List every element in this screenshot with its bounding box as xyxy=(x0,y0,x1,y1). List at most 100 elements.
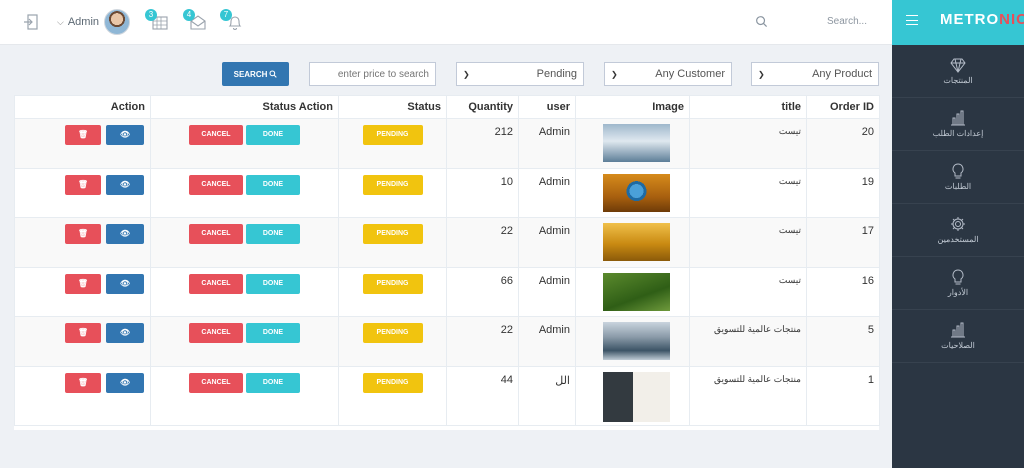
sidebar-item-orders[interactable]: الطلبات xyxy=(892,151,1024,204)
mail-button[interactable]: 4 xyxy=(183,9,207,31)
notifications-button[interactable]: 7 xyxy=(220,9,244,31)
status-action-cell: CANCEL DONE xyxy=(150,167,339,218)
title-cell: تيست xyxy=(689,266,807,317)
avatar xyxy=(104,9,131,35)
price-search-input[interactable] xyxy=(309,62,436,86)
bar-chart-icon xyxy=(949,321,967,339)
action-cell: 🗑 👁 xyxy=(14,167,151,218)
user-cell: Admin xyxy=(518,118,576,169)
status-cell: PENDING xyxy=(338,118,447,169)
done-button[interactable]: DONE xyxy=(246,323,300,343)
mail-badge: 4 xyxy=(183,9,195,21)
user-cell: Admin xyxy=(518,316,576,367)
header-quantity: Quantity xyxy=(446,95,519,119)
table-row: 🗑 👁 CANCEL DONE PENDING 66 Admin تيست 16 xyxy=(14,266,880,317)
delete-button[interactable]: 🗑 xyxy=(65,273,101,294)
product-select-value: Any Product xyxy=(812,68,872,80)
sidebar-item-label: الطلبات xyxy=(944,182,972,191)
delete-button[interactable]: 🗑 xyxy=(65,174,101,195)
customer-select[interactable]: ❯ Any Customer xyxy=(604,62,732,86)
sidebar-item-permissions[interactable]: الصلاحيات xyxy=(892,310,1024,363)
done-button[interactable]: DONE xyxy=(246,174,300,195)
done-button[interactable]: DONE xyxy=(246,125,300,145)
search-input[interactable]: Search... xyxy=(827,16,867,27)
chevron-down-icon: ❯ xyxy=(463,69,470,79)
sidebar-item-products[interactable]: المنتجات xyxy=(892,45,1024,98)
done-button[interactable]: DONE xyxy=(246,372,300,393)
view-button[interactable]: 👁 xyxy=(106,125,144,145)
calendar-button[interactable]: 3 xyxy=(145,9,169,31)
sidebar-item-label: الصلاحيات xyxy=(941,341,975,350)
product-thumbnail xyxy=(603,223,670,261)
view-button[interactable]: 👁 xyxy=(106,323,144,343)
customer-select-value: Any Customer xyxy=(655,68,725,80)
title-cell: تيست xyxy=(689,118,807,169)
status-cell: PENDING xyxy=(338,167,447,218)
cancel-button[interactable]: CANCEL xyxy=(189,372,243,393)
notifications-badge: 7 xyxy=(220,9,232,21)
action-cell: 🗑 👁 xyxy=(14,217,151,268)
cancel-button[interactable]: CANCEL xyxy=(189,273,243,294)
delete-button[interactable]: 🗑 xyxy=(65,125,101,145)
status-action-cell: CANCEL DONE xyxy=(150,365,339,426)
table-row: 🗑 👁 CANCEL DONE PENDING 10 Admin تيست 19 xyxy=(14,167,880,218)
status-cell: PENDING xyxy=(338,365,447,426)
chevron-down-icon: ❯ xyxy=(758,69,765,79)
user-menu[interactable]: ⌵ Admin xyxy=(57,9,131,35)
search-icon[interactable] xyxy=(755,15,768,31)
title-cell: تيست xyxy=(689,167,807,218)
order-id-cell: 20 xyxy=(806,118,880,169)
product-select[interactable]: ❯ Any Product xyxy=(751,62,879,86)
status-select[interactable]: ❯ Pending xyxy=(456,62,584,86)
status-badge: PENDING xyxy=(362,273,423,294)
bar-chart-icon xyxy=(949,109,967,127)
header-image: Image xyxy=(575,95,690,119)
action-cell: 🗑 👁 xyxy=(14,316,151,367)
table-row: 🗑 👁 CANCEL DONE PENDING 44 الل منتجات عالم… xyxy=(14,365,880,426)
image-cell xyxy=(575,266,690,317)
done-button[interactable]: DONE xyxy=(246,273,300,294)
view-button[interactable]: 👁 xyxy=(106,273,144,294)
search-button[interactable]: SEARCH xyxy=(222,62,289,86)
action-cell: 🗑 👁 xyxy=(14,365,151,426)
delete-button[interactable]: 🗑 xyxy=(65,372,101,393)
status-select-value: Pending xyxy=(536,68,577,80)
delete-button[interactable]: 🗑 xyxy=(65,224,101,244)
status-action-cell: CANCEL DONE xyxy=(150,266,339,317)
cancel-button[interactable]: CANCEL xyxy=(189,323,243,343)
orders-table: Action Status Action Status Quantity use… xyxy=(14,95,880,430)
done-button[interactable]: DONE xyxy=(246,224,300,244)
logo[interactable]: METRONIC xyxy=(940,11,1024,28)
delete-button[interactable]: 🗑 xyxy=(65,323,101,343)
logout-icon[interactable] xyxy=(22,13,40,31)
chevron-down-icon: ❯ xyxy=(611,69,618,79)
action-cell: 🗑 👁 xyxy=(14,266,151,317)
menu-toggle-icon[interactable] xyxy=(906,15,918,25)
user-cell: Admin xyxy=(518,266,576,317)
view-button[interactable]: 👁 xyxy=(106,174,144,195)
sidebar-item-roles[interactable]: الأدوار xyxy=(892,257,1024,310)
view-button[interactable]: 👁 xyxy=(106,224,144,244)
image-cell xyxy=(575,316,690,367)
cancel-button[interactable]: CANCEL xyxy=(189,224,243,244)
header-user: user xyxy=(518,95,576,119)
product-thumbnail xyxy=(603,124,670,162)
status-badge: PENDING xyxy=(362,323,423,343)
title-cell: منتجات عالمية للتسويق xyxy=(689,365,807,426)
logo-part1: METRO xyxy=(940,11,1000,28)
sidebar-item-label: المستخدمين xyxy=(937,235,979,244)
sidebar-item-label: إعدادات الطلب xyxy=(932,129,984,138)
status-badge: PENDING xyxy=(362,224,423,244)
sidebar-item-label: المنتجات xyxy=(943,76,973,85)
view-button[interactable]: 👁 xyxy=(106,372,144,393)
header-search[interactable]: Search... xyxy=(755,15,870,31)
logo-part2: NIC xyxy=(999,11,1024,28)
status-action-cell: CANCEL DONE xyxy=(150,118,339,169)
cancel-button[interactable]: CANCEL xyxy=(189,125,243,145)
status-cell: PENDING xyxy=(338,217,447,268)
sidebar-item-users[interactable]: المستخدمين xyxy=(892,204,1024,257)
cancel-button[interactable]: CANCEL xyxy=(189,174,243,195)
order-id-cell: 16 xyxy=(806,266,880,317)
quantity-cell: 66 xyxy=(446,266,519,317)
sidebar-item-order-settings[interactable]: إعدادات الطلب xyxy=(892,98,1024,151)
